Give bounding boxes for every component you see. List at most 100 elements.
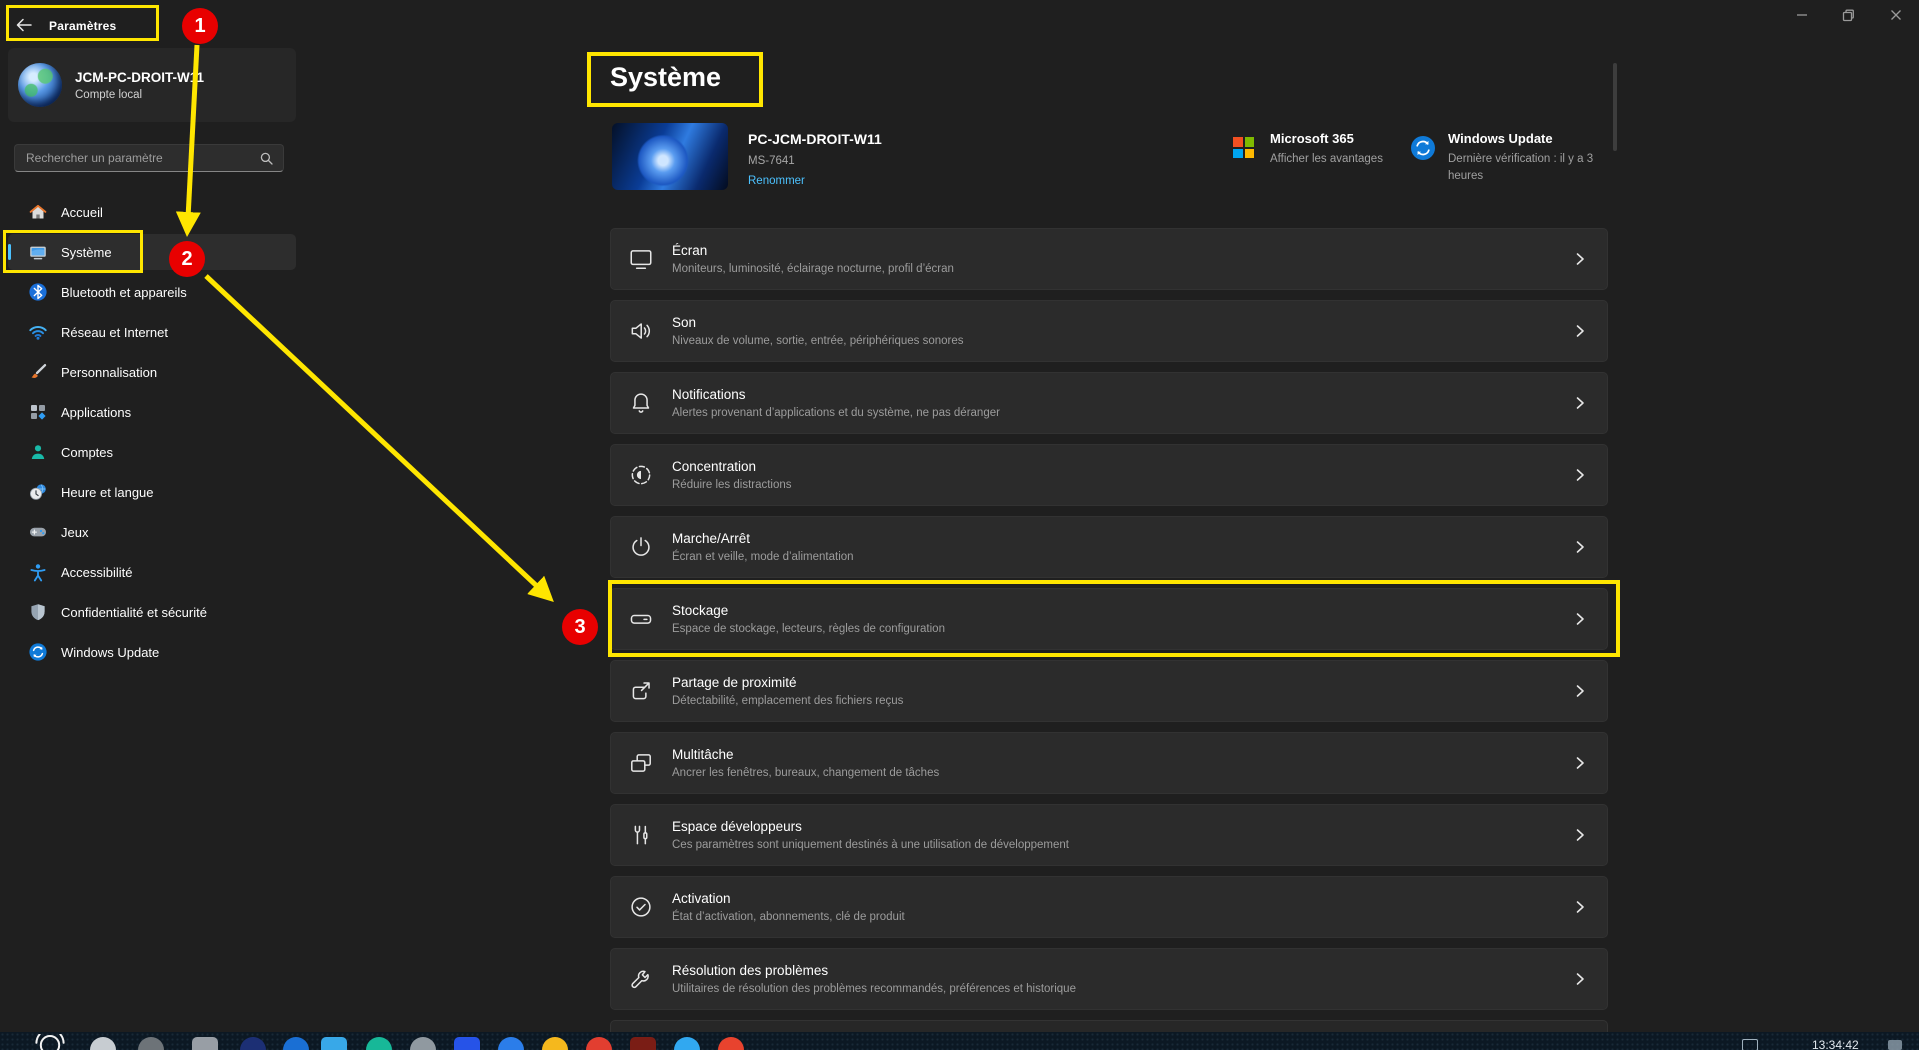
sidebar-item-reseau[interactable]: Réseau et Internet bbox=[8, 314, 296, 350]
display-icon bbox=[628, 246, 654, 272]
row-subtitle: Détectabilité, emplacement des fichiers … bbox=[672, 695, 904, 707]
sidebar-item-label: Confidentialité et sécurité bbox=[61, 604, 207, 620]
row-subtitle: État d’activation, abonnements, clé de p… bbox=[672, 911, 905, 923]
taskbar-icon[interactable] bbox=[498, 1037, 524, 1050]
apps-icon bbox=[28, 402, 48, 422]
account-name: JCM-PC-DROIT-W11 bbox=[75, 69, 205, 85]
chevron-right-icon bbox=[1573, 540, 1587, 554]
sidebar-item-label: Windows Update bbox=[61, 644, 160, 660]
settings-row-partial[interactable] bbox=[610, 1020, 1608, 1032]
taskbar-icon[interactable] bbox=[283, 1037, 309, 1050]
sound-icon bbox=[628, 318, 654, 344]
avatar bbox=[18, 63, 62, 107]
search-box[interactable] bbox=[14, 144, 284, 172]
taskbar-icon[interactable] bbox=[586, 1037, 612, 1050]
shield-icon bbox=[28, 602, 48, 622]
sidebar-item-accueil[interactable]: Accueil bbox=[8, 194, 296, 230]
sidebar-item-label: Bluetooth et appareils bbox=[61, 284, 187, 300]
scrollbar-thumb[interactable] bbox=[1613, 63, 1617, 151]
settings-window: Paramètres JCM-PC-DROIT-W11 Compte local… bbox=[0, 0, 1919, 1050]
tray-icon[interactable] bbox=[1742, 1039, 1758, 1050]
settings-row-ecran[interactable]: Écran Moniteurs, luminosité, éclairage n… bbox=[610, 228, 1608, 290]
chevron-right-icon bbox=[1573, 324, 1587, 338]
sidebar-item-bluetooth[interactable]: Bluetooth et appareils bbox=[8, 274, 296, 310]
taskbar-icon[interactable] bbox=[542, 1037, 568, 1050]
sidebar-item-label: Heure et langue bbox=[61, 484, 154, 500]
step-badge-1: 1 bbox=[182, 8, 218, 44]
row-title: Notifications bbox=[672, 387, 746, 402]
taskbar-icon[interactable] bbox=[321, 1037, 347, 1050]
rename-link[interactable]: Renommer bbox=[748, 175, 805, 187]
row-title: Marche/Arrêt bbox=[672, 531, 751, 546]
chevron-right-icon bbox=[1573, 252, 1587, 266]
taskbar-icon[interactable] bbox=[138, 1037, 164, 1050]
row-subtitle: Ces paramètres sont uniquement destinés … bbox=[672, 839, 1069, 851]
close-button[interactable] bbox=[1872, 0, 1919, 30]
settings-row-activation[interactable]: Activation État d’activation, abonnement… bbox=[610, 876, 1608, 938]
account-card[interactable]: JCM-PC-DROIT-W11 Compte local bbox=[8, 48, 296, 122]
settings-row-partage-proximite[interactable]: Partage de proximité Détectabilité, empl… bbox=[610, 660, 1608, 722]
step-badge-2: 2 bbox=[169, 241, 205, 277]
taskbar-icon[interactable] bbox=[718, 1037, 744, 1050]
microsoft-365-promo[interactable]: Microsoft 365 Afficher les avantages bbox=[1270, 131, 1383, 168]
sidebar-item-comptes[interactable]: Comptes bbox=[8, 434, 296, 470]
start-orb-icon[interactable] bbox=[8, 1034, 92, 1050]
sidebar-item-accessibilite[interactable]: Accessibilité bbox=[8, 554, 296, 590]
restore-button[interactable] bbox=[1825, 0, 1872, 30]
settings-row-concentration[interactable]: Concentration Réduire les distractions bbox=[610, 444, 1608, 506]
sidebar-item-label: Personnalisation bbox=[61, 364, 158, 380]
taskbar-icon[interactable] bbox=[90, 1037, 116, 1050]
highlight-box-systeme-nav bbox=[3, 230, 143, 273]
settings-row-resolution-problemes[interactable]: Résolution des problèmes Utilitaires de … bbox=[610, 948, 1608, 1010]
taskbar-icon[interactable] bbox=[454, 1037, 480, 1050]
bluetooth-icon bbox=[28, 282, 48, 302]
highlight-box-parametres bbox=[6, 5, 159, 41]
promo-subtitle: Dernière vérification : il y a 3 heures bbox=[1448, 153, 1594, 182]
row-title: Espace développeurs bbox=[672, 819, 802, 834]
device-name: PC-JCM-DROIT-W11 bbox=[748, 131, 882, 147]
search-input[interactable] bbox=[15, 151, 260, 165]
taskbar-clock[interactable]: 13:34:42 bbox=[1812, 1038, 1859, 1050]
settings-row-multitache[interactable]: Multitâche Ancrer les fenêtres, bureaux,… bbox=[610, 732, 1608, 794]
windows-update-promo[interactable]: Windows Update Dernière vérification : i… bbox=[1448, 131, 1610, 184]
wifi-icon bbox=[28, 322, 48, 342]
taskbar-icon[interactable] bbox=[630, 1037, 656, 1050]
sidebar-item-confidentialite[interactable]: Confidentialité et sécurité bbox=[8, 594, 296, 630]
minimize-button[interactable] bbox=[1778, 0, 1825, 30]
sidebar-item-windows-update[interactable]: Windows Update bbox=[8, 634, 296, 670]
settings-row-marche-arret[interactable]: Marche/Arrêt Écran et veille, mode d’ali… bbox=[610, 516, 1608, 578]
settings-row-son[interactable]: Son Niveaux de volume, sortie, entrée, p… bbox=[610, 300, 1608, 362]
row-subtitle: Moniteurs, luminosité, éclairage nocturn… bbox=[672, 263, 954, 275]
sidebar-item-label: Applications bbox=[61, 404, 132, 420]
accessibility-icon bbox=[28, 562, 48, 582]
sidebar-item-label: Comptes bbox=[61, 444, 114, 460]
chevron-right-icon bbox=[1573, 900, 1587, 914]
windows-update-status-icon bbox=[1410, 135, 1436, 161]
sidebar-item-applications[interactable]: Applications bbox=[8, 394, 296, 430]
row-subtitle: Niveaux de volume, sortie, entrée, périp… bbox=[672, 335, 964, 347]
row-subtitle: Réduire les distractions bbox=[672, 479, 792, 491]
row-title: Écran bbox=[672, 243, 708, 258]
dev-tools-icon bbox=[628, 822, 654, 848]
home-icon bbox=[28, 202, 48, 222]
device-model: MS-7641 bbox=[748, 155, 795, 167]
settings-row-espace-developpeurs[interactable]: Espace développeurs Ces paramètres sont … bbox=[610, 804, 1608, 866]
taskbar-icon[interactable] bbox=[192, 1037, 218, 1050]
settings-row-notifications[interactable]: Notifications Alertes provenant d’applic… bbox=[610, 372, 1608, 434]
sidebar-item-personnalisation[interactable]: Personnalisation bbox=[8, 354, 296, 390]
chevron-right-icon bbox=[1573, 396, 1587, 410]
row-subtitle: Utilitaires de résolution des problèmes … bbox=[672, 983, 1076, 995]
taskbar-icon[interactable] bbox=[674, 1037, 700, 1050]
taskbar-icon[interactable] bbox=[410, 1037, 436, 1050]
sidebar-item-heure-langue[interactable]: Heure et langue bbox=[8, 474, 296, 510]
step-badge-3: 3 bbox=[562, 609, 598, 645]
sidebar-item-jeux[interactable]: Jeux bbox=[8, 514, 296, 550]
taskbar-icon[interactable] bbox=[240, 1037, 266, 1050]
chevron-right-icon bbox=[1573, 756, 1587, 770]
taskbar-icon[interactable] bbox=[366, 1037, 392, 1050]
power-icon bbox=[628, 534, 654, 560]
row-subtitle: Ancrer les fenêtres, bureaux, changement… bbox=[672, 767, 940, 779]
tray-icon-2[interactable] bbox=[1888, 1040, 1902, 1050]
microsoft-365-icon bbox=[1233, 137, 1254, 158]
sidebar-item-label: Réseau et Internet bbox=[61, 324, 168, 340]
